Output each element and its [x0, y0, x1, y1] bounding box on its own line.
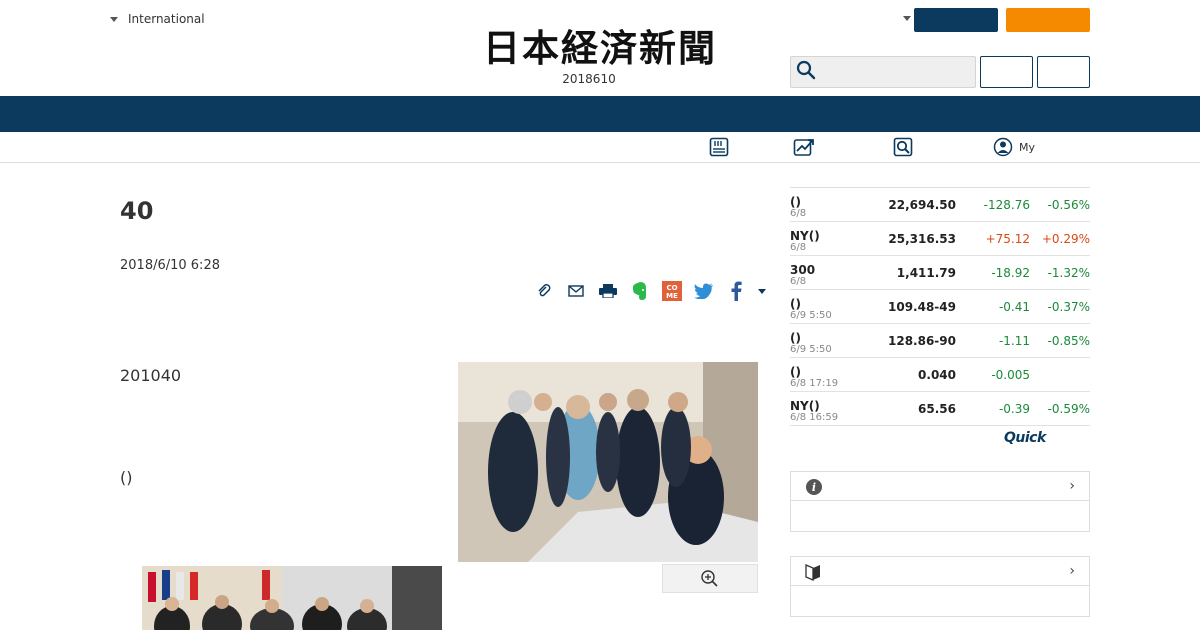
- subscribe-button[interactable]: [1006, 8, 1090, 32]
- beginner-mark-icon: [805, 563, 821, 585]
- caret-down-icon: [110, 16, 118, 22]
- mypage-label: My: [1019, 140, 1036, 154]
- facebook-icon[interactable]: [720, 280, 752, 302]
- mypage-link[interactable]: My: [993, 137, 1035, 157]
- market-name: 300: [790, 263, 816, 277]
- clip-icon[interactable]: [528, 280, 560, 302]
- market-row[interactable]: () 6/8 22,694.50 -128.76 -0.56%: [790, 188, 1090, 222]
- market-change-percent: -0.85%: [1047, 334, 1090, 348]
- market-change-percent: -1.32%: [1047, 266, 1090, 280]
- svg-text:CO: CO: [666, 284, 677, 292]
- header-caret-icon[interactable]: [903, 16, 911, 21]
- market-change: -0.005: [991, 368, 1030, 382]
- login-button[interactable]: [914, 8, 998, 32]
- market-change-percent: +0.29%: [1041, 232, 1090, 246]
- market-time: 6/9 5:50: [790, 344, 832, 355]
- market-name: NY(): [790, 399, 820, 413]
- zoom-in-icon: [701, 569, 718, 587]
- market-change: -0.41: [998, 300, 1030, 314]
- chevron-down-icon[interactable]: [752, 280, 772, 302]
- quick-logo[interactable]: Quick: [1004, 430, 1046, 446]
- mail-icon[interactable]: [560, 280, 592, 302]
- market-row[interactable]: NY() 6/8 25,316.53 +75.12 +0.29%: [790, 222, 1090, 256]
- market-name: NY(): [790, 229, 820, 243]
- article-paragraph-2: (): [120, 468, 133, 487]
- evernote-icon[interactable]: [624, 280, 656, 302]
- article-title: 40: [120, 197, 154, 225]
- market-row[interactable]: 300 6/8 1,411.79 -18.92 -1.32%: [790, 256, 1090, 290]
- market-name: (): [790, 331, 801, 345]
- search-box[interactable]: [790, 56, 976, 88]
- market-row[interactable]: () 6/8 17:19 0.040 -0.005: [790, 358, 1090, 392]
- market-value: 0.040: [918, 368, 956, 382]
- twitter-icon[interactable]: [688, 280, 720, 302]
- edition-selector[interactable]: International: [110, 12, 205, 26]
- newspaper-view-icon[interactable]: [709, 137, 729, 157]
- market-row[interactable]: NY() 6/8 16:59 65.56 -0.39 -0.59%: [790, 392, 1090, 426]
- market-value: 128.86-90: [888, 334, 956, 348]
- market-value: 22,694.50: [888, 198, 956, 212]
- info-icon: i: [805, 478, 823, 500]
- edition-label: International: [128, 12, 205, 26]
- market-change: -0.39: [998, 402, 1030, 416]
- market-time: 6/9 5:50: [790, 310, 832, 321]
- market-change: -128.76: [983, 198, 1030, 212]
- search-option-button-2[interactable]: [1037, 56, 1090, 88]
- beginner-box-header[interactable]: ›: [791, 557, 1089, 586]
- market-row[interactable]: () 6/9 5:50 128.86-90 -1.11 -0.85%: [790, 324, 1090, 358]
- market-value: 109.48-49: [888, 300, 956, 314]
- info-box-header[interactable]: i ›: [791, 472, 1089, 501]
- user-icon: [993, 137, 1013, 157]
- market-chart-icon[interactable]: [793, 137, 815, 157]
- search-icon[interactable]: [796, 60, 816, 84]
- info-box: i ›: [790, 471, 1090, 532]
- article-paragraph-1: 201040: [120, 366, 182, 385]
- chevron-right-icon[interactable]: ›: [1069, 563, 1075, 579]
- print-icon[interactable]: [592, 280, 624, 302]
- market-time: 6/8 17:19: [790, 378, 839, 389]
- site-logo[interactable]: 日本経済新聞: [452, 28, 748, 68]
- header-date: 2018610: [562, 72, 616, 86]
- main-nav-bar: [0, 96, 1200, 132]
- market-time: 6/8: [790, 276, 807, 287]
- market-change-percent: -0.37%: [1047, 300, 1090, 314]
- market-change-percent: -0.59%: [1047, 402, 1090, 416]
- share-toolbar: CO ME: [528, 280, 772, 302]
- search-input[interactable]: [822, 65, 972, 79]
- market-row[interactable]: () 6/9 5:50 109.48-49 -0.41 -0.37%: [790, 290, 1090, 324]
- company-search-icon[interactable]: [893, 137, 913, 157]
- market-change: -1.11: [998, 334, 1030, 348]
- beginner-box: ›: [790, 556, 1090, 617]
- market-table: () 6/8 22,694.50 -128.76 -0.56% NY() 6/8 25,316…: [790, 187, 1090, 426]
- sub-nav: My: [0, 132, 1200, 163]
- market-time: 6/8: [790, 242, 807, 253]
- article-photo[interactable]: [458, 362, 758, 562]
- svg-text:ME: ME: [666, 292, 678, 300]
- article-date: 2018/6/10 6:28: [120, 258, 220, 273]
- come-icon[interactable]: CO ME: [656, 280, 688, 302]
- market-change: -18.92: [991, 266, 1030, 280]
- market-name: (): [790, 365, 801, 379]
- market-time: 6/8 16:59: [790, 412, 839, 423]
- svg-text:i: i: [812, 481, 816, 494]
- market-value: 1,411.79: [896, 266, 956, 280]
- chevron-right-icon[interactable]: ›: [1069, 478, 1075, 494]
- market-time: 6/8: [790, 208, 807, 219]
- market-name: (): [790, 195, 801, 209]
- search-option-button-1[interactable]: [980, 56, 1033, 88]
- market-change-percent: -0.56%: [1047, 198, 1090, 212]
- market-name: (): [790, 297, 801, 311]
- market-change: +75.12: [985, 232, 1030, 246]
- market-value: 65.56: [918, 402, 956, 416]
- zoom-button[interactable]: [662, 564, 758, 593]
- market-value: 25,316.53: [888, 232, 956, 246]
- related-photo[interactable]: [142, 566, 442, 630]
